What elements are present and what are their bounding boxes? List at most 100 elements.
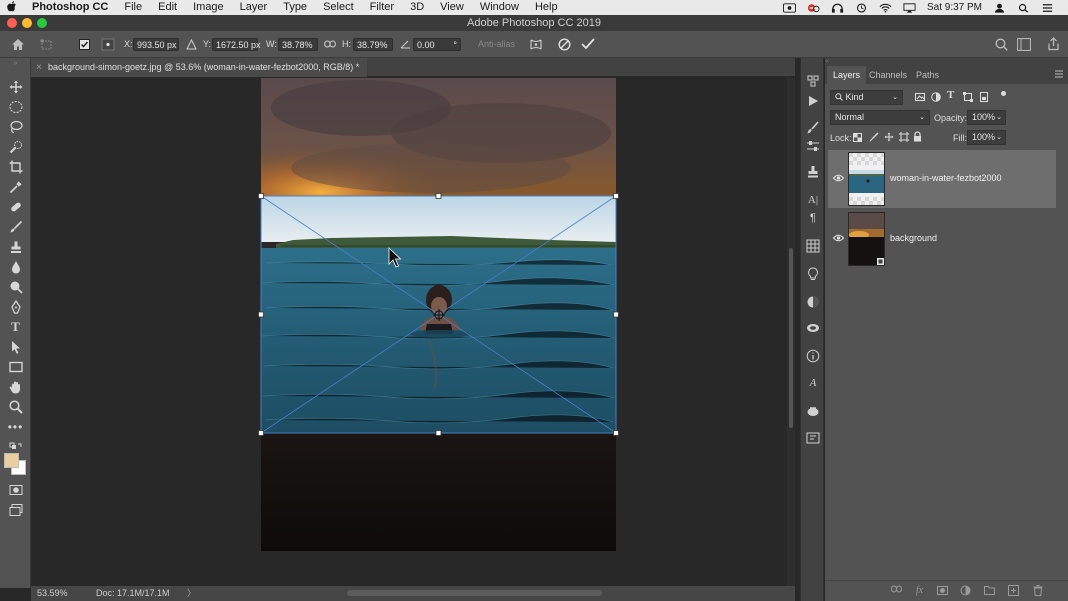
link-proportions-icon[interactable] [324, 40, 336, 48]
menu-file[interactable]: File [116, 0, 150, 15]
screen-mode-icon[interactable] [6, 501, 25, 519]
zoom-tool-icon[interactable] [6, 398, 25, 416]
rotation-angle-input[interactable]: 0.00 ° [413, 38, 461, 51]
character-panel-icon[interactable]: A| [806, 193, 820, 207]
layer-thumbnail[interactable] [848, 212, 885, 266]
lasso-tool-icon[interactable] [6, 118, 25, 136]
path-selection-tool-icon[interactable] [6, 338, 25, 356]
lock-all-icon[interactable] [913, 131, 922, 142]
minimize-window-button[interactable] [22, 18, 32, 28]
layer-name[interactable]: woman-in-water-fezbot2000 [890, 173, 1002, 183]
lock-transparent-pixels-icon[interactable] [853, 133, 862, 142]
clone-source-icon[interactable] [806, 165, 820, 179]
creative-cloud-icon[interactable] [807, 3, 820, 13]
filter-adjustment-icon[interactable] [931, 92, 941, 102]
menu-edit[interactable]: Edit [150, 0, 185, 15]
headphones-icon[interactable] [831, 3, 844, 13]
layer-thumbnail[interactable] [848, 152, 885, 206]
lock-artboard-icon[interactable] [899, 132, 909, 142]
menu-filter[interactable]: Filter [362, 0, 402, 15]
edit-toolbar-icon[interactable]: ••• [6, 418, 25, 436]
status-menu-arrow[interactable]: 〉 [187, 586, 196, 601]
type-tool-icon[interactable]: T [6, 318, 25, 336]
cancel-transform-icon[interactable] [558, 38, 571, 51]
learn-lightbulb-icon[interactable] [806, 267, 820, 281]
new-adjustment-layer-icon[interactable] [960, 585, 971, 596]
filter-toggle-switch[interactable] [1001, 91, 1006, 96]
default-colors-icon[interactable] [6, 439, 25, 449]
new-layer-icon[interactable] [1008, 585, 1019, 596]
warp-mode-icon[interactable] [529, 37, 543, 52]
panel-menu-icon[interactable] [1055, 70, 1063, 78]
close-document-icon[interactable]: × [36, 58, 42, 77]
spotlight-search-icon[interactable] [1017, 3, 1030, 13]
lock-position-icon[interactable] [884, 132, 894, 142]
new-group-folder-icon[interactable] [984, 585, 995, 596]
opacity-input[interactable]: 100% ⌄ [967, 110, 1006, 125]
reference-point-locator-icon[interactable] [101, 38, 115, 51]
history-panel-icon[interactable] [806, 74, 820, 88]
foreground-color-swatch[interactable] [4, 453, 19, 468]
paragraph-panel-icon[interactable]: ¶ [806, 211, 820, 225]
filter-type-icon[interactable]: T [947, 89, 954, 101]
adjustments-sliders-icon[interactable] [806, 139, 820, 153]
rectangle-tool-icon[interactable] [6, 358, 25, 376]
crop-tool-icon[interactable] [6, 158, 25, 176]
tab-layers[interactable]: Layers [827, 66, 867, 84]
home-icon[interactable] [11, 38, 25, 51]
info-panel-icon[interactable] [806, 349, 820, 363]
menu-type[interactable]: Type [275, 0, 315, 15]
menu-3d[interactable]: 3D [402, 0, 432, 15]
time-machine-icon[interactable] [855, 2, 868, 13]
document-tab[interactable]: × background-simon-goetz.jpg @ 53.6% (wo… [31, 58, 368, 77]
close-window-button[interactable] [7, 18, 17, 28]
color-panel-icon[interactable] [806, 295, 820, 309]
menubar-clock[interactable]: Sat 9:37 PM [927, 2, 982, 13]
menu-window[interactable]: Window [472, 0, 527, 15]
hand-tool-icon[interactable] [6, 378, 25, 396]
user-icon[interactable] [993, 3, 1006, 13]
brush-tool-icon[interactable] [6, 218, 25, 236]
move-tool-icon[interactable] [6, 78, 25, 96]
layer-visibility-eye-icon[interactable] [832, 174, 845, 184]
relative-position-icon[interactable] [186, 39, 197, 50]
layer-style-fx-icon[interactable]: fx [914, 585, 925, 596]
3d-panel-icon[interactable] [806, 404, 820, 418]
add-layer-mask-icon[interactable] [937, 585, 948, 596]
blend-mode-select[interactable]: Normal ⌄ [830, 110, 930, 125]
toolbar-collapse-icon[interactable]: » [6, 60, 25, 78]
notification-center-icon[interactable] [1041, 3, 1054, 13]
document-canvas[interactable] [31, 78, 795, 586]
menu-app[interactable]: Photoshop CC [24, 0, 116, 15]
layer-row-background[interactable]: background [828, 210, 1056, 268]
tab-paths[interactable]: Paths [910, 66, 945, 84]
actions-panel-icon[interactable] [806, 94, 820, 108]
y-position-input[interactable]: 1672.50 px [212, 38, 261, 51]
menu-image[interactable]: Image [185, 0, 232, 15]
elliptical-marquee-tool-icon[interactable] [6, 98, 25, 116]
share-icon[interactable] [1047, 37, 1060, 51]
wifi-icon[interactable] [879, 3, 892, 13]
airplay-icon[interactable] [903, 2, 916, 13]
canvas-vertical-scrollbar[interactable] [787, 78, 795, 586]
apple-menu-icon[interactable] [0, 0, 24, 15]
lock-image-pixels-icon[interactable] [869, 132, 879, 142]
reference-point-checkbox[interactable] [79, 39, 90, 50]
anti-alias-option[interactable]: Anti-alias [478, 38, 515, 51]
layer-row-woman-in-water[interactable]: woman-in-water-fezbot2000 [828, 150, 1056, 208]
eyedropper-tool-icon[interactable] [6, 178, 25, 196]
filter-pixel-icon[interactable] [915, 92, 925, 102]
menu-view[interactable]: View [432, 0, 472, 15]
delete-layer-trash-icon[interactable] [1032, 585, 1043, 596]
filter-kind-select[interactable]: Kind ⌄ [830, 90, 903, 105]
screen-record-icon[interactable] [782, 2, 796, 13]
quick-mask-icon[interactable] [6, 481, 25, 499]
menu-select[interactable]: Select [315, 0, 362, 15]
vertical-scroll-thumb[interactable] [789, 248, 793, 428]
tab-channels[interactable]: Channels [863, 66, 913, 84]
panel-collapse-icon[interactable]: « [825, 58, 829, 66]
width-input[interactable]: 38.78% [278, 38, 318, 51]
search-icon[interactable] [995, 38, 1008, 51]
swatches-grid-icon[interactable] [806, 239, 820, 253]
layer-name[interactable]: background [890, 233, 937, 243]
